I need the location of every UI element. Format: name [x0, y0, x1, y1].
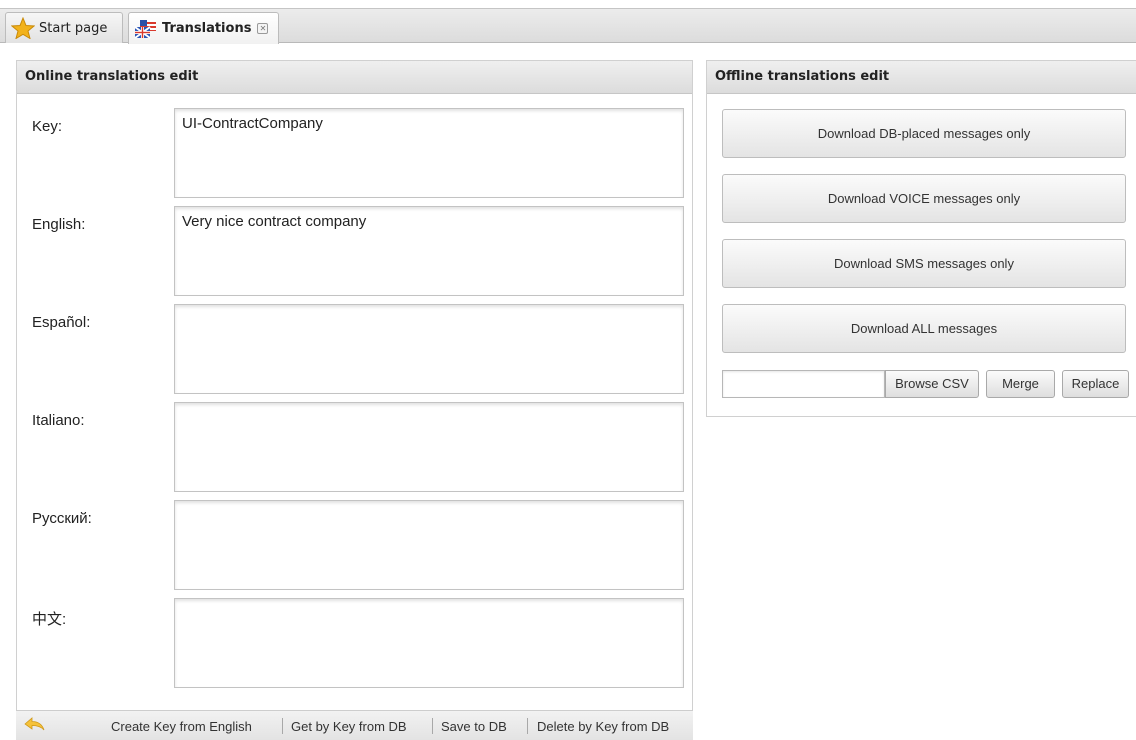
tab-translations[interactable]: Translations ✕	[128, 12, 279, 44]
key-field[interactable]: UI-ContractCompany	[174, 108, 684, 198]
offline-translations-panel: Offline translations edit Download DB-pl…	[706, 60, 1136, 417]
online-panel-title: Online translations edit	[17, 61, 692, 94]
russian-field[interactable]	[174, 500, 684, 590]
offline-panel-title: Offline translations edit	[707, 61, 1136, 94]
chinese-label: 中文:	[32, 611, 67, 628]
toolbar-separator	[432, 718, 433, 734]
download-db-button[interactable]: Download DB-placed messages only	[722, 109, 1126, 158]
tab-bar: Start page Translations ✕	[0, 0, 1136, 46]
merge-button[interactable]: Merge	[986, 370, 1055, 398]
back-arrow-icon[interactable]	[24, 717, 46, 733]
browse-csv-button[interactable]: Browse CSV	[885, 370, 979, 398]
star-icon	[10, 16, 36, 40]
spanish-field[interactable]	[174, 304, 684, 394]
create-key-button[interactable]: Create Key from English	[111, 711, 252, 740]
italian-label: Italiano:	[32, 412, 85, 429]
key-label: Key:	[32, 118, 63, 135]
tab-start-page[interactable]: Start page	[5, 12, 123, 43]
replace-button[interactable]: Replace	[1062, 370, 1129, 398]
tab-start-page-label: Start page	[39, 20, 108, 36]
get-by-key-button[interactable]: Get by Key from DB	[291, 711, 407, 740]
toolbar-separator	[527, 718, 528, 734]
italian-field[interactable]	[174, 402, 684, 492]
online-translations-panel: Online translations edit Key: UI-Contrac…	[16, 60, 693, 740]
russian-label: Русский:	[32, 510, 92, 527]
close-icon[interactable]: ✕	[257, 23, 269, 34]
download-all-button[interactable]: Download ALL messages	[722, 304, 1126, 353]
download-sms-button[interactable]: Download SMS messages only	[722, 239, 1126, 288]
english-field[interactable]: Very nice contract company	[174, 206, 684, 296]
online-panel-toolbar: Create Key from English Get by Key from …	[16, 710, 693, 740]
tabbar-top-strip	[0, 0, 1136, 8]
tab-translations-label: Translations	[162, 21, 252, 36]
chinese-field[interactable]	[174, 598, 684, 688]
toolbar-separator	[282, 718, 283, 734]
download-voice-button[interactable]: Download VOICE messages only	[722, 174, 1126, 223]
flags-icon	[134, 18, 158, 40]
csv-file-input[interactable]	[722, 370, 885, 398]
delete-by-key-button[interactable]: Delete by Key from DB	[537, 711, 669, 740]
spanish-label: Español:	[32, 314, 91, 331]
save-to-db-button[interactable]: Save to DB	[441, 711, 507, 740]
english-label: English:	[32, 216, 86, 233]
